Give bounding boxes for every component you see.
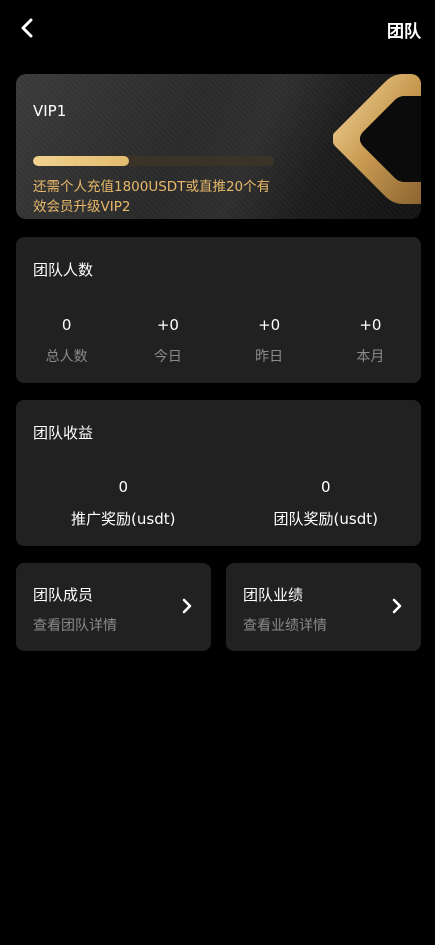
vip-emblem-icon (333, 74, 421, 204)
vip-progress-fill (33, 156, 130, 166)
chevron-left-icon (21, 18, 33, 38)
stat-label: 总人数 (45, 349, 88, 365)
vip-card: VIP1 还需个人充值1800USDT或直推20个有效会员升级VIP2 (16, 74, 421, 219)
team-performance-card[interactable]: 团队业绩 查看业绩详情 (226, 563, 421, 651)
stat-yesterday: +0 昨日 (219, 315, 320, 366)
stat-value: 0 (320, 478, 331, 496)
team-income-title: 团队收益 (33, 424, 94, 442)
vip-progress-bar (33, 156, 274, 166)
vip-level: VIP1 (33, 102, 67, 120)
stat-today: +0 今日 (117, 315, 218, 366)
vip-upgrade-note: 还需个人充值1800USDT或直推20个有效会员升级VIP2 (33, 179, 271, 215)
stat-month: +0 本月 (320, 315, 421, 366)
stat-promotion-reward: 0 推广奖励(usdt) (16, 477, 219, 529)
team-count-panel: 团队人数 0 总人数 +0 今日 +0 昨日 +0 本月 (16, 237, 421, 383)
stat-value: +0 (258, 316, 281, 334)
stat-label: 推广奖励(usdt) (71, 510, 176, 528)
team-count-title: 团队人数 (33, 261, 94, 279)
team-income-stats: 0 推广奖励(usdt) 0 团队奖励(usdt) (16, 477, 421, 529)
page-title: 团队 (387, 22, 421, 42)
stat-total: 0 总人数 (16, 315, 117, 366)
stat-label: 今日 (153, 349, 182, 365)
team-count-stats: 0 总人数 +0 今日 +0 昨日 +0 本月 (16, 315, 421, 366)
stat-value: +0 (156, 316, 179, 334)
stat-value: 0 (118, 478, 129, 496)
stat-label: 本月 (356, 349, 385, 365)
chevron-right-icon (182, 598, 192, 614)
team-members-card[interactable]: 团队成员 查看团队详情 (16, 563, 211, 651)
chevron-right-icon (392, 598, 402, 614)
stat-label: 昨日 (255, 349, 284, 365)
stat-label: 团队奖励(usdt) (273, 510, 378, 528)
team-income-panel: 团队收益 0 推广奖励(usdt) 0 团队奖励(usdt) (16, 400, 421, 546)
team-members-subtitle: 查看团队详情 (33, 618, 117, 634)
stat-value: +0 (359, 316, 382, 334)
stat-team-reward: 0 团队奖励(usdt) (219, 477, 422, 529)
team-page: 团队 VIP1 还需个人充值1800USDT或直推20个有效会员升级VIP2 团… (0, 0, 435, 945)
team-members-title: 团队成员 (33, 586, 94, 604)
back-button[interactable] (14, 14, 40, 42)
team-performance-subtitle: 查看业绩详情 (243, 618, 327, 634)
team-performance-title: 团队业绩 (243, 586, 304, 604)
stat-value: 0 (61, 316, 72, 334)
top-bar: 团队 (0, 0, 435, 56)
